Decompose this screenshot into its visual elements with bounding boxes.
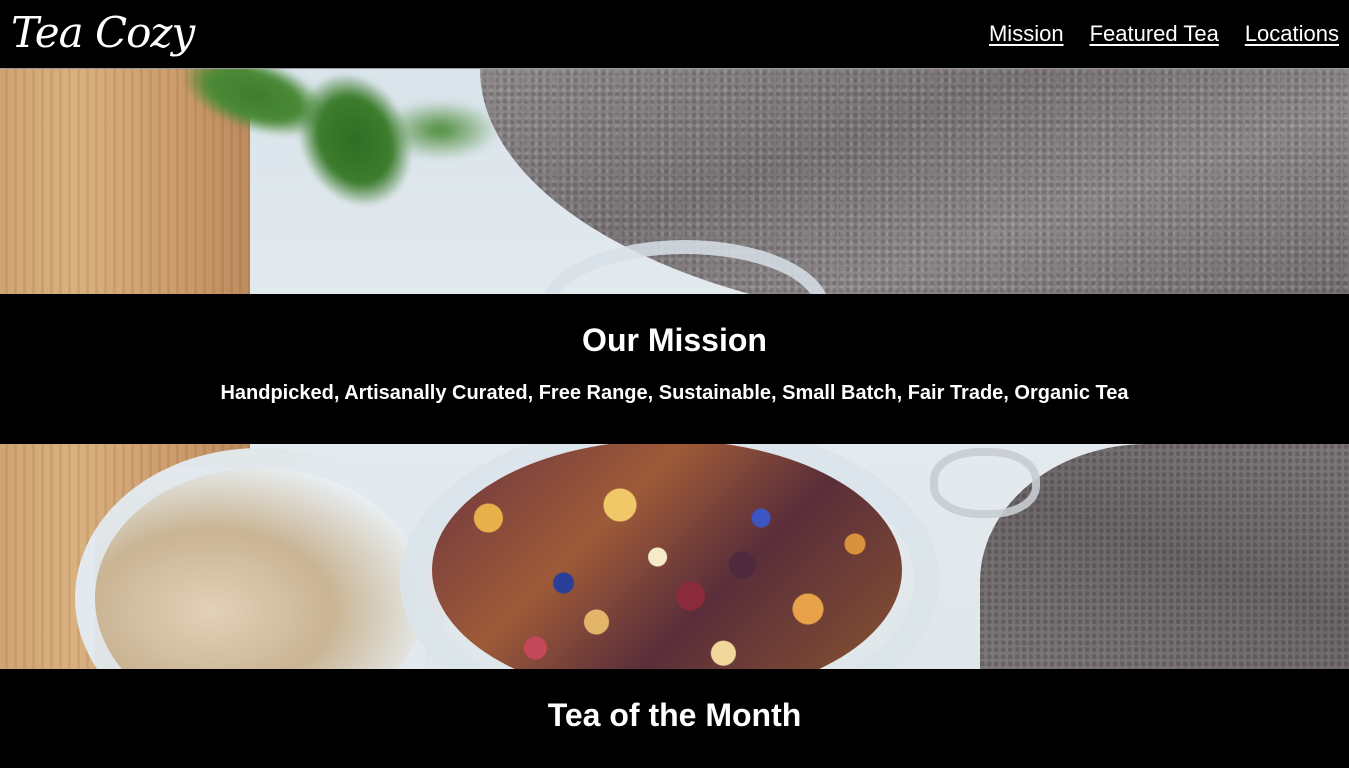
- mission-section: Our Mission Handpicked, Artisanally Cura…: [0, 294, 1349, 444]
- tea-photo-background: [0, 69, 1349, 294]
- loose-leaf-tea: [432, 444, 902, 669]
- mission-title: Our Mission: [582, 322, 767, 358]
- tea-photo-background: [0, 444, 1349, 669]
- tea-of-month-section: Tea of the Month: [0, 669, 1349, 768]
- hero-image-bottom: [0, 444, 1349, 669]
- site-header: Tea Cozy Mission Featured Tea Locations: [0, 0, 1349, 69]
- jar-clasp: [930, 448, 1040, 518]
- nav-link-locations[interactable]: Locations: [1245, 21, 1339, 47]
- tea-of-month-title: Tea of the Month: [547, 697, 802, 733]
- hero-image-top: [0, 69, 1349, 294]
- nav-link-featured-tea[interactable]: Featured Tea: [1090, 21, 1219, 47]
- site-logo[interactable]: Tea Cozy: [11, 3, 195, 63]
- green-leaf: [380, 100, 500, 160]
- main-nav: Mission Featured Tea Locations: [989, 21, 1339, 47]
- nav-link-mission[interactable]: Mission: [989, 21, 1064, 47]
- mission-tagline: Handpicked, Artisanally Curated, Free Ra…: [220, 382, 1129, 404]
